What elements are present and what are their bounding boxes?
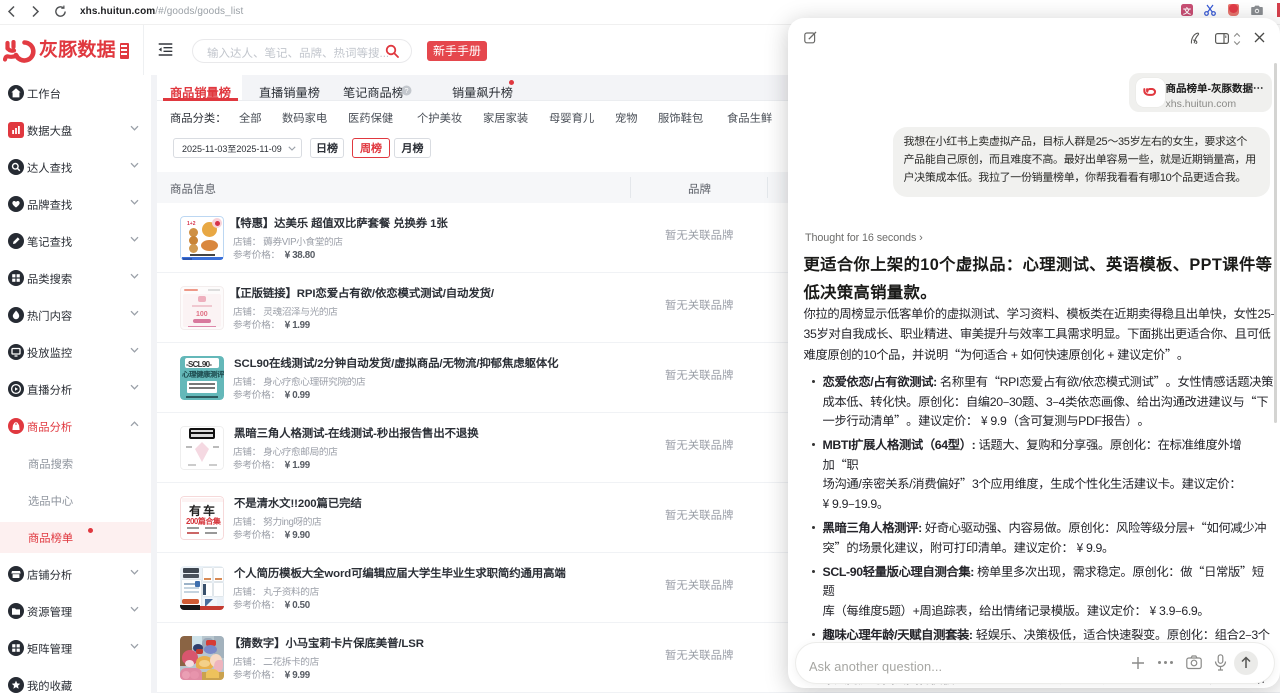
svg-text:?: ? — [404, 86, 408, 95]
